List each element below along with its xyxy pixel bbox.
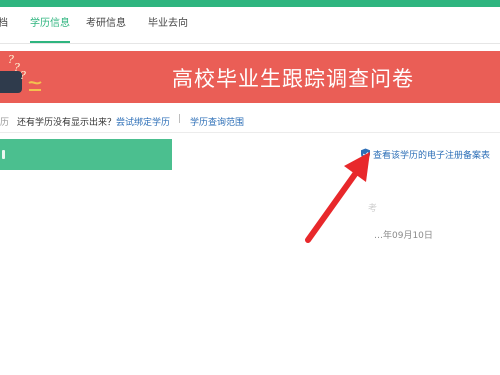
try-bind-education-link[interactable]: 尝试绑定学历: [116, 115, 170, 128]
banner-question-mark-icon: ?: [20, 69, 26, 82]
banner-illustration: [0, 71, 22, 93]
education-query-scope-link[interactable]: 学历查询范围: [190, 115, 244, 128]
survey-banner[interactable]: ? ? ? 高校毕业生跟踪调查问卷: [0, 51, 500, 103]
nav-item-archive[interactable]: 档: [0, 7, 8, 43]
nav-item-graduate-destination[interactable]: 毕业去向: [148, 7, 188, 43]
link-separator: |: [178, 114, 182, 124]
nav-item-postgrad-info[interactable]: 考研信息: [86, 7, 126, 43]
banner-squiggle-icon: [28, 81, 42, 91]
header-text-fragment: [2, 150, 5, 159]
red-annotation-arrow: [305, 152, 370, 243]
banner-title: 高校毕业生跟踪调查问卷: [172, 67, 414, 91]
hint-prefix: 历: [0, 118, 10, 128]
hint-question: 还有学历没有显示出来？: [17, 118, 117, 128]
main-nav: 档 学历信息 考研信息 毕业去向: [0, 7, 500, 44]
nav-item-education-info[interactable]: 学历信息: [30, 7, 70, 43]
view-e-registration-label: 查看该学历的电子注册备案表: [373, 151, 491, 161]
record-date: …年09月10日: [374, 231, 433, 241]
top-accent-stripe: [0, 0, 500, 7]
education-hint-row: 历 还有学历没有显示出来？ 尝试绑定学历 | 学历查询范围: [0, 110, 500, 132]
education-record-header: [0, 139, 172, 170]
divider: [0, 132, 500, 133]
